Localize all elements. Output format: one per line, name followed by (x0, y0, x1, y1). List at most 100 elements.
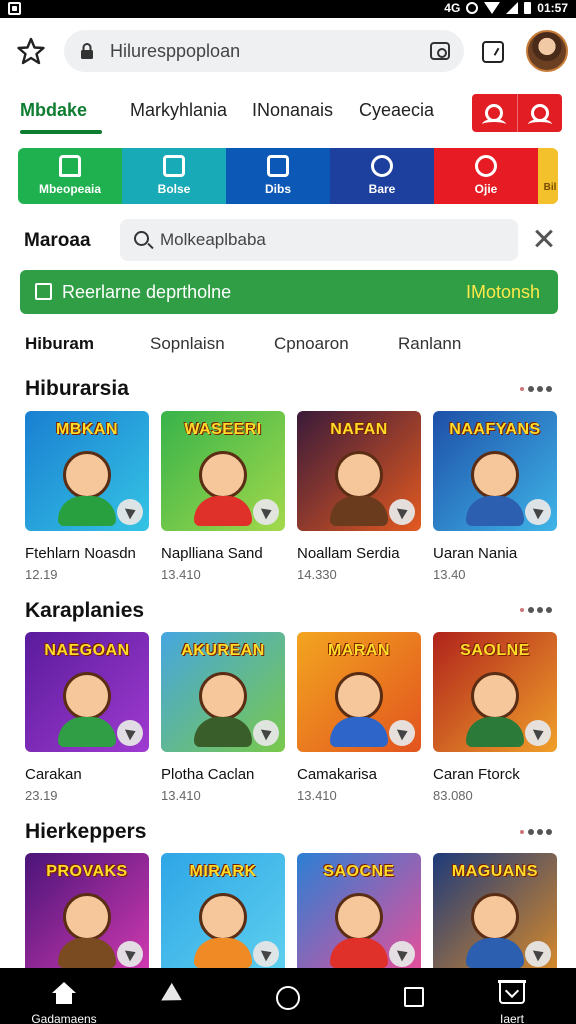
tv-icon (267, 155, 289, 177)
game-meta: 12.19 (25, 567, 58, 582)
game-card[interactable]: NAEGOAN Carakan 23.19 (25, 632, 149, 808)
user-button[interactable] (516, 94, 563, 132)
game-thumbnail[interactable]: PROVAKS (25, 853, 149, 973)
tab-markyhlania[interactable]: Markyhlania (130, 100, 227, 121)
game-thumbnail[interactable]: MAGUANS (433, 853, 557, 973)
category-item[interactable]: Bolse (122, 148, 226, 204)
play-icon[interactable] (525, 941, 551, 967)
nav-back[interactable] (110, 968, 210, 1024)
banner-action-link[interactable]: IMotonsh (466, 282, 540, 303)
game-title: Carakan (25, 766, 82, 783)
thumbnail-logo-text: NAEGOAN (44, 642, 130, 659)
play-icon[interactable] (117, 720, 143, 746)
user-icon (527, 104, 552, 122)
nav-downloads[interactable]: Iaert (462, 968, 562, 1024)
game-thumbnail[interactable]: AKUREAN (161, 632, 285, 752)
subtab-hiburam[interactable]: Hiburam (25, 334, 94, 354)
game-meta: 13.410 (161, 788, 201, 803)
close-icon[interactable] (533, 228, 555, 250)
category-label: Dibs (264, 182, 291, 196)
wifi-icon (484, 2, 501, 14)
game-thumbnail[interactable]: SAOLNE (433, 632, 557, 752)
game-title: Naplliana Sand (161, 545, 263, 562)
game-title: Plotha Caclan (161, 766, 255, 783)
tab-switcher-icon[interactable] (482, 41, 504, 63)
thumbnail-logo-text: SAOLNE (460, 642, 530, 659)
status-bar: 4G 01:57 (0, 0, 576, 18)
search-box[interactable] (120, 219, 518, 261)
category-item[interactable]: Bil (538, 148, 558, 204)
game-meta: 23.19 (25, 788, 58, 803)
game-thumbnail[interactable]: WASEERI (161, 411, 285, 531)
nav-recents[interactable] (364, 968, 464, 1024)
category-item[interactable]: Mbeopeaia (18, 148, 122, 204)
thumbnail-logo-text: MARAN (327, 642, 391, 659)
search-input[interactable] (160, 219, 500, 261)
back-icon (156, 982, 182, 1010)
game-card[interactable]: MARAN Camakarisa 13.410 (297, 632, 421, 808)
game-thumbnail[interactable]: NAAFYANS (433, 411, 557, 531)
game-card[interactable]: NAAFYANS Uaran Nania 13.40 (433, 411, 557, 587)
tab-cyeaecia[interactable]: Cyeaecia (359, 100, 434, 121)
search-icon (134, 231, 149, 246)
address-bar[interactable]: Hiluresppoploan (64, 30, 464, 72)
play-icon[interactable] (389, 941, 415, 967)
thumbnail-logo-text: NAAFYANS (449, 421, 541, 438)
thumbnail-logo-text: MBKAN (55, 421, 119, 438)
game-thumbnail[interactable]: SAOCNE (297, 853, 421, 973)
category-item[interactable]: Ojie (434, 148, 538, 204)
game-thumbnail[interactable]: NAEGOAN (25, 632, 149, 752)
game-card[interactable]: AKUREAN Plotha Caclan 13.410 (161, 632, 285, 808)
category-item[interactable]: Bare (330, 148, 434, 204)
avatar[interactable] (526, 30, 568, 72)
game-meta: 14.330 (297, 567, 337, 582)
url-text: Hiluresppoploan (110, 41, 241, 61)
lens-icon[interactable] (430, 42, 450, 60)
category-item[interactable]: Dibs (226, 148, 330, 204)
category-label: Bil (543, 182, 557, 193)
character-illustration (58, 451, 116, 526)
subtab-ranlann[interactable]: Ranlann (398, 334, 461, 354)
play-icon[interactable] (117, 941, 143, 967)
star-icon[interactable] (16, 36, 46, 66)
thumbnail-logo-text: NAFAN (330, 421, 388, 438)
nav-home[interactable]: Gadamaens (14, 968, 114, 1024)
checkbox-icon[interactable] (35, 283, 52, 300)
thumbnail-logo-text: PROVAKS (46, 863, 128, 880)
play-icon[interactable] (525, 499, 551, 525)
character-illustration (194, 451, 252, 526)
game-thumbnail[interactable]: MARAN (297, 632, 421, 752)
character-illustration (466, 893, 524, 968)
play-icon[interactable] (525, 720, 551, 746)
subtab-cpnoaron[interactable]: Cpnoaron (274, 334, 349, 354)
play-icon[interactable] (253, 499, 279, 525)
shield-icon (475, 155, 497, 177)
network-type-label: 4G (444, 1, 461, 15)
subtab-sopnlaisn[interactable]: Sopnlaisn (150, 334, 225, 354)
tab-mbdake[interactable]: Mbdake (20, 100, 87, 121)
clock: 01:57 (537, 1, 568, 15)
more-options-icon[interactable] (520, 386, 552, 394)
play-icon[interactable] (389, 499, 415, 525)
nav-downloads-label: Iaert (499, 1012, 524, 1024)
tab-inonanais[interactable]: INonanais (252, 100, 333, 121)
thumbnail-logo-text: AKUREAN (181, 642, 265, 659)
nav-home-circle[interactable] (238, 968, 338, 1024)
more-options-icon[interactable] (520, 607, 552, 615)
game-card[interactable]: MBKAN Ftehlarn Noasdn 12.19 (25, 411, 149, 587)
play-icon[interactable] (389, 720, 415, 746)
game-card[interactable]: SAOLNE Caran Ftorck 83.080 (433, 632, 557, 808)
cards-row: NAEGOAN Carakan 23.19 AKUREAN Plotha Caclan 1… (25, 632, 557, 808)
more-options-icon[interactable] (520, 829, 552, 837)
game-thumbnail[interactable]: MBKAN (25, 411, 149, 531)
game-card[interactable]: WASEERI Naplliana Sand 13.410 (161, 411, 285, 587)
promo-banner[interactable]: Reerlarne deprtholne IMotonsh (20, 270, 558, 314)
group-button[interactable] (472, 94, 517, 132)
game-thumbnail[interactable]: NAFAN (297, 411, 421, 531)
game-thumbnail[interactable]: MIRARK (161, 853, 285, 973)
download-icon (498, 980, 526, 1004)
play-icon[interactable] (253, 941, 279, 967)
play-icon[interactable] (117, 499, 143, 525)
play-icon[interactable] (253, 720, 279, 746)
game-card[interactable]: NAFAN Noallam Serdia 14.330 (297, 411, 421, 587)
